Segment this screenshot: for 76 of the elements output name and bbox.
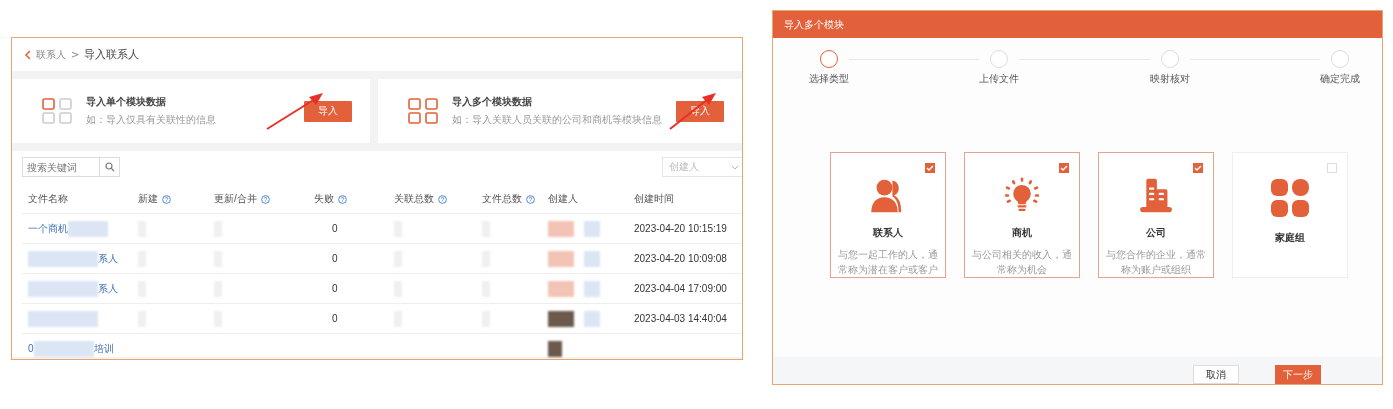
four-squares-icon (408, 98, 438, 124)
module-description: 与您合作的企业，通常称为账户或组织 (1105, 248, 1207, 277)
column-header: 创建时间 (634, 192, 674, 206)
step-label: 映射核对 (1149, 72, 1190, 86)
option-description: 如：导入关联人员关联的公司和商机等模块信息 (452, 113, 662, 127)
cancel-button[interactable]: 取消 (1193, 365, 1239, 384)
breadcrumb-link[interactable]: 联系人 (36, 47, 66, 62)
help-icon (338, 194, 347, 204)
blurred-block (548, 310, 574, 327)
table-cell: 0 (332, 223, 338, 234)
help-icon (438, 194, 447, 204)
blurred-block (28, 250, 98, 267)
blurred-block (584, 220, 600, 237)
dialog-title: 导入多个模块 (784, 17, 844, 32)
blurred-block (28, 280, 98, 297)
help-icon (526, 194, 535, 204)
file-name-link[interactable]: 系人 (98, 281, 118, 296)
module-description: 与公司相关的收入，通常称为机会 (971, 248, 1073, 277)
back-icon[interactable] (24, 49, 31, 60)
module-card[interactable]: 家庭组 (1232, 152, 1348, 278)
table-cell: 0 (332, 283, 338, 294)
table-cell: 0 (332, 313, 338, 324)
step-label: 选择类型 (809, 72, 849, 86)
file-name-link[interactable]: 一个商机 (28, 221, 68, 236)
column-header: 文件总数 (482, 192, 522, 206)
help-icon (162, 194, 171, 204)
chevron-down-icon (731, 164, 739, 170)
option-title: 导入单个模块数据 (86, 95, 167, 109)
search-icon[interactable] (104, 162, 115, 172)
blurred-block (584, 310, 600, 327)
module-name: 商机 (1012, 226, 1032, 240)
search-field[interactable]: 搜索关键词 (22, 157, 100, 177)
four-blobs-icon (1269, 177, 1311, 219)
grid-icon (42, 98, 72, 124)
column-header: 更新/合并 (214, 192, 257, 206)
checkbox[interactable] (1059, 163, 1069, 173)
option-description: 如：导入仅具有关联性的信息 (86, 113, 217, 127)
import-button[interactable]: 导入 (676, 100, 724, 122)
column-header: 失败 (314, 192, 334, 206)
breadcrumb-separator: > (71, 49, 80, 60)
checkbox[interactable] (925, 163, 935, 173)
blurred-block (548, 340, 562, 357)
annotation-arrow (668, 91, 718, 131)
table-cell: 2023-04-20 10:09:08 (634, 253, 727, 264)
blurred-block (548, 220, 574, 237)
next-button[interactable]: 下一步 (1275, 365, 1321, 384)
module-card[interactable]: 公司 与您合作的企业，通常称为账户或组织 (1098, 152, 1214, 278)
module-name: 公司 (1146, 226, 1166, 240)
column-header: 关联总数 (394, 192, 434, 206)
table-cell: 2023-04-03 14:40:04 (634, 313, 727, 324)
column-header: 文件名称 (28, 192, 68, 206)
module-name: 联系人 (873, 226, 903, 240)
step-label: 上传文件 (979, 72, 1020, 86)
step-label: 确定完成 (1320, 72, 1360, 86)
file-name-link[interactable]: 0 (28, 343, 34, 354)
option-title: 导入多个模块数据 (452, 95, 533, 109)
column-header: 创建人 (548, 192, 578, 206)
import-button[interactable]: 导入 (304, 100, 352, 122)
help-icon (260, 194, 270, 204)
blurred-block (548, 250, 574, 267)
column-header: 新建 (138, 192, 158, 206)
module-card[interactable]: 商机 与公司相关的收入，通常称为机会 (964, 152, 1080, 278)
blurred-block (28, 310, 98, 327)
module-name: 家庭组 (1275, 231, 1305, 245)
table-cell: 0 (332, 253, 338, 264)
page-title: 导入联系人 (84, 47, 140, 62)
file-name-link[interactable]: 系人 (98, 251, 118, 266)
file-name-link[interactable]: 培训 (93, 341, 114, 356)
checkbox[interactable] (1193, 163, 1203, 173)
blurred-block (33, 340, 94, 357)
blurred-block (68, 220, 108, 237)
table-cell: 2023-04-04 17:09:00 (634, 283, 727, 294)
blurred-block (548, 280, 574, 297)
table-cell: 2023-04-20 10:15:19 (634, 223, 727, 234)
blurred-block (584, 280, 600, 297)
blurred-block (584, 250, 600, 267)
